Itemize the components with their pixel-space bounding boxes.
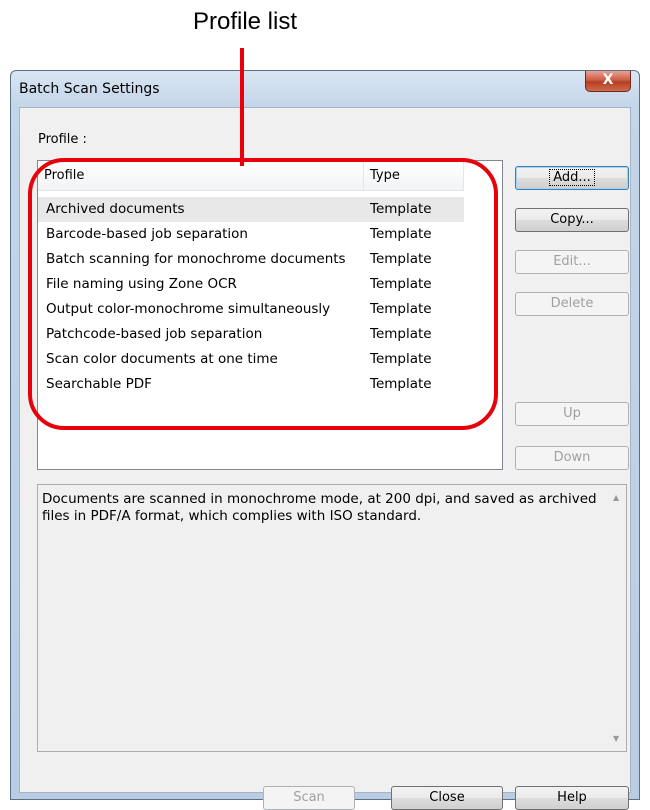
scroll-up-arrow-icon[interactable]: ▲ [613, 493, 619, 502]
up-button[interactable]: Up [515, 402, 629, 426]
profile-description: Documents are scanned in monochrome mode… [37, 484, 627, 752]
description-scrollbar[interactable]: ▲ ▼ [609, 485, 626, 751]
list-item[interactable]: Batch scanning for monochrome documents … [38, 247, 464, 272]
list-item-name: Patchcode-based job separation [46, 326, 263, 342]
edit-button[interactable]: Edit... [515, 250, 629, 274]
list-item-name: Scan color documents at one time [46, 351, 278, 367]
batch-scan-settings-window: Batch Scan Settings X Profile : Profile … [10, 70, 640, 810]
list-item-type: Template [370, 276, 432, 292]
list-item-name: Archived documents [46, 201, 185, 217]
profile-list[interactable]: Profile Type Archived documents Template… [37, 160, 503, 470]
list-item-name: File naming using Zone OCR [46, 276, 237, 292]
list-item-type: Template [370, 376, 432, 392]
list-item-name: Output color-monochrome simultaneously [46, 301, 331, 317]
callout-line [240, 48, 244, 166]
list-item[interactable]: Patchcode-based job separation Template [38, 322, 464, 347]
list-item[interactable]: Scan color documents at one time Templat… [38, 347, 464, 372]
list-item[interactable]: Barcode-based job separation Template [38, 222, 464, 247]
list-item[interactable]: Output color-monochrome simultaneously T… [38, 297, 464, 322]
list-item-type: Template [370, 301, 432, 317]
add-button[interactable]: Add... [515, 166, 629, 190]
list-item-name: Searchable PDF [46, 376, 152, 392]
list-item-type: Template [370, 351, 432, 367]
list-item[interactable]: File naming using Zone OCR Template [38, 272, 464, 297]
scan-button[interactable]: Scan [263, 786, 355, 810]
list-item-type: Template [370, 201, 432, 217]
column-header-profile[interactable]: Profile [38, 161, 364, 191]
scroll-down-arrow-icon[interactable]: ▼ [613, 734, 619, 743]
close-button[interactable]: Close [391, 786, 503, 810]
window-close-button[interactable]: X [585, 71, 631, 92]
delete-button[interactable]: Delete [515, 292, 629, 316]
window-title: Batch Scan Settings [19, 81, 160, 97]
profile-caption: Profile : [38, 132, 87, 147]
callout-label: Profile list [192, 8, 298, 35]
add-button-label: Add... [549, 169, 595, 186]
list-item-name: Batch scanning for monochrome documents [46, 251, 346, 267]
copy-button[interactable]: Copy... [515, 208, 629, 232]
column-header-type[interactable]: Type [364, 161, 464, 191]
help-button[interactable]: Help [515, 786, 629, 810]
list-item[interactable]: Searchable PDF Template [38, 372, 464, 397]
profile-list-header: Profile Type [38, 161, 464, 191]
dialog-client-area: Profile : Profile Type Archived document… [19, 107, 631, 810]
list-item-type: Template [370, 326, 432, 342]
down-button[interactable]: Down [515, 446, 629, 470]
profile-description-text: Documents are scanned in monochrome mode… [42, 491, 597, 524]
list-item-type: Template [370, 251, 432, 267]
list-item-name: Barcode-based job separation [46, 226, 248, 242]
list-item-type: Template [370, 226, 432, 242]
list-item[interactable]: Archived documents Template [38, 197, 464, 222]
